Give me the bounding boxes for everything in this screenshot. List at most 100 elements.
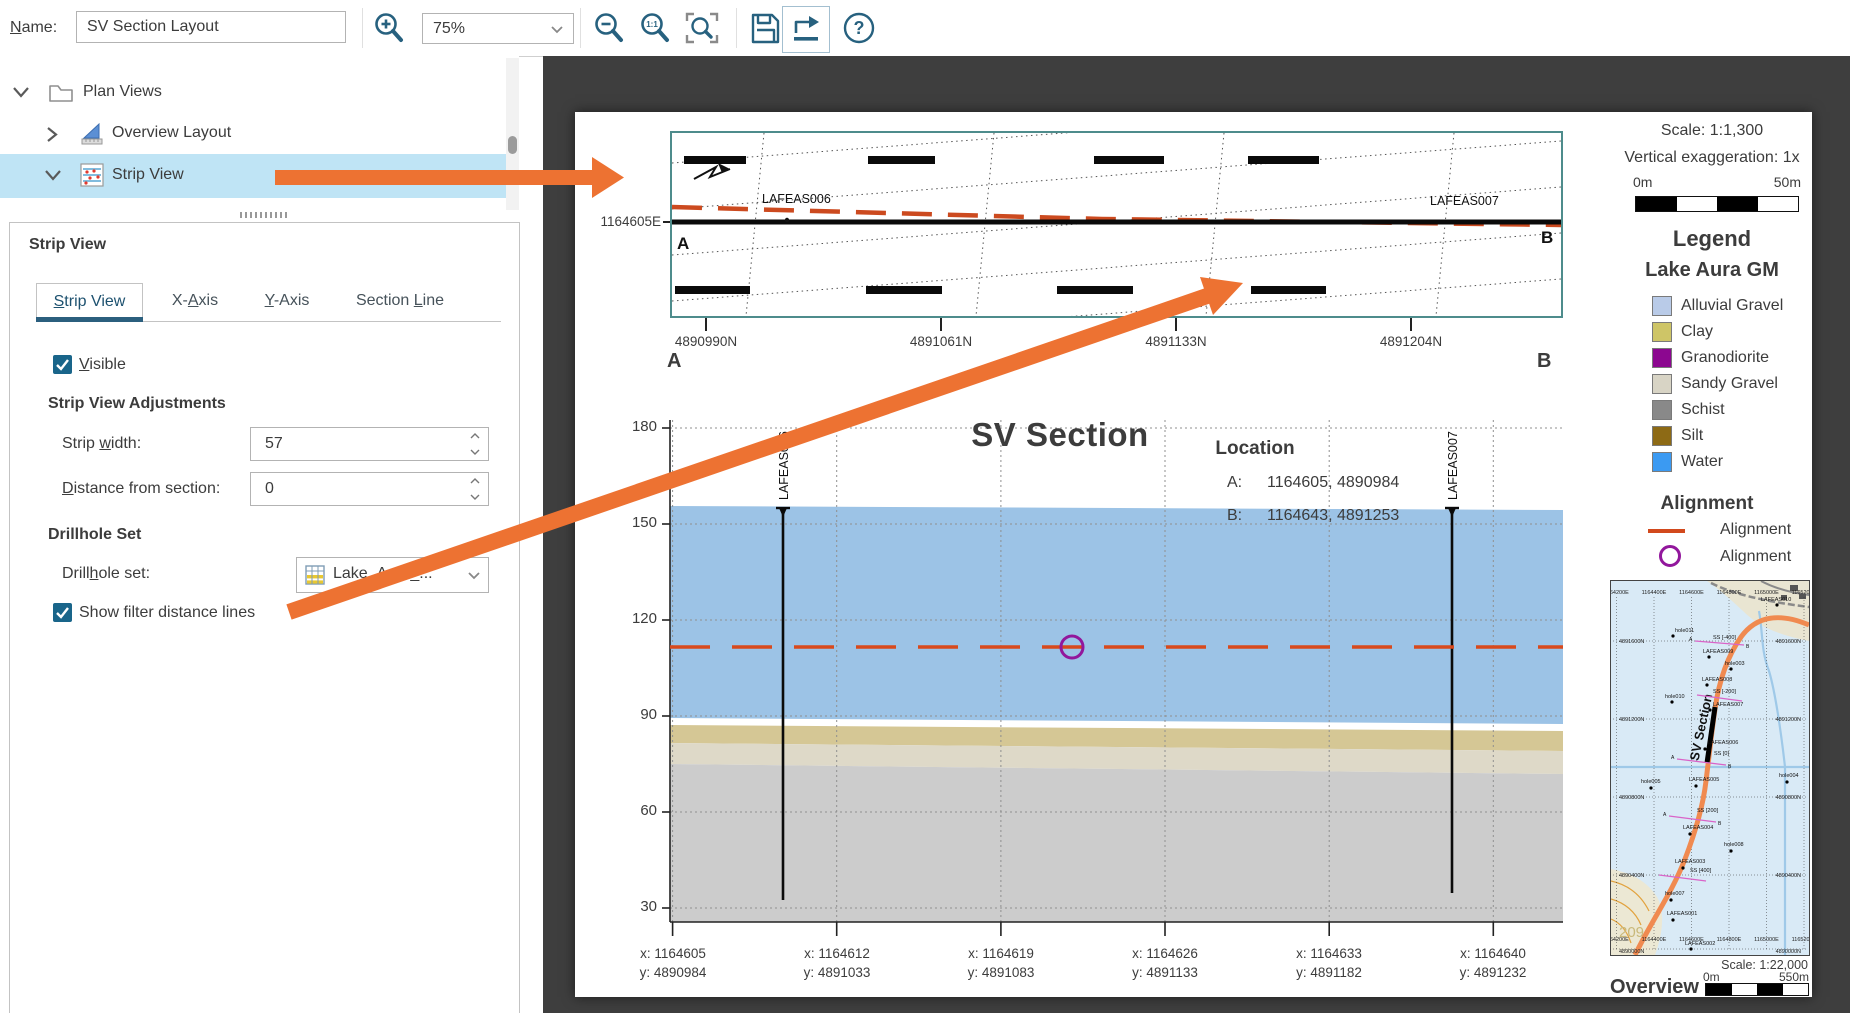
- spinner-up-icon[interactable]: [470, 433, 480, 440]
- tree-item-overview-layout[interactable]: Overview Layout: [0, 118, 506, 150]
- svg-text:1:1: 1:1: [646, 20, 658, 29]
- legend-item-label: Water: [1681, 453, 1723, 471]
- toolbar-separator: [362, 8, 363, 48]
- strip-width-stepper[interactable]: 57: [250, 427, 489, 461]
- tab-section-line[interactable]: Section Line: [340, 283, 460, 319]
- svg-text:LAFEAS004: LAFEAS004: [1683, 825, 1713, 831]
- svg-text:LAFEAS005: LAFEAS005: [1689, 777, 1719, 783]
- zoom-level-select[interactable]: 75%: [422, 13, 574, 44]
- x-tick-label: x: 1164640y: 4891232: [1428, 944, 1558, 982]
- legend-item-label: Sandy Gravel: [1681, 375, 1778, 393]
- location-b-label: B:: [1227, 507, 1242, 525]
- tab-x-axis[interactable]: X-Axis: [150, 283, 240, 319]
- y-tick-label: 180: [609, 418, 657, 435]
- chevron-right-icon[interactable]: [46, 126, 59, 143]
- svg-text:4891200N: 4891200N: [1776, 717, 1801, 723]
- zoom-in-icon[interactable]: [372, 11, 406, 45]
- svg-text:4890400N: 4890400N: [1776, 873, 1801, 879]
- svg-text:4890800N: 4890800N: [1776, 795, 1801, 801]
- tab-label: Y-Axis: [265, 292, 310, 309]
- tree-scrollbar[interactable]: [506, 58, 519, 210]
- chevron-down-icon[interactable]: [12, 86, 30, 99]
- panel-splitter-handle[interactable]: [240, 212, 288, 218]
- layout-name-value: SV Section Layout: [87, 18, 219, 36]
- strip-width-value: 57: [251, 428, 488, 460]
- legend-swatch: [1652, 322, 1672, 342]
- svg-text:1165000E: 1165000E: [1754, 937, 1779, 943]
- save-icon[interactable]: [748, 11, 782, 45]
- tab-y-axis[interactable]: Y-Axis: [242, 283, 332, 319]
- svg-text:SS [0]: SS [0]: [1714, 751, 1729, 757]
- overview-bar-right-label: 550m: [1761, 970, 1809, 984]
- strip-view-panel[interactable]: LAFEAS006 LAFEAS007 A B: [670, 131, 1563, 318]
- alignment-circle-label: Alignment: [1720, 548, 1791, 566]
- tree-item-label: Overview Layout: [112, 124, 231, 142]
- svg-text:hole008: hole008: [1724, 842, 1744, 848]
- y-tick-label: 120: [609, 610, 657, 627]
- svg-text:SS [200]: SS [200]: [1697, 808, 1719, 814]
- scrollbar-thumb[interactable]: [508, 136, 517, 154]
- tree-item-plan-views[interactable]: Plan Views: [0, 77, 506, 109]
- svg-text:SS [-400]: SS [-400]: [1713, 635, 1736, 641]
- chevron-down-icon[interactable]: [44, 169, 62, 182]
- section-plot[interactable]: LAFEAS006 LAFEAS007: [670, 412, 1563, 924]
- scalebar-right-label: 50m: [1755, 174, 1801, 190]
- overview-map-graphic: 209: [1611, 581, 1809, 955]
- zoom-out-icon[interactable]: [592, 11, 626, 45]
- strip-easting-tick: [663, 221, 670, 223]
- strip-width-label: Strip width:: [62, 435, 141, 453]
- layout-name-input[interactable]: SV Section Layout: [76, 11, 346, 43]
- svg-text:1164200E: 1164200E: [1611, 937, 1629, 943]
- svg-text:1164800E: 1164800E: [1717, 590, 1742, 596]
- distance-stepper[interactable]: 0: [250, 472, 489, 506]
- adjustments-heading: Strip View Adjustments: [48, 395, 226, 413]
- svg-text:1164600E: 1164600E: [1679, 937, 1704, 943]
- scalebar-left-label: 0m: [1633, 174, 1652, 190]
- tab-strip-view[interactable]: Strip View: [36, 283, 143, 319]
- legend-swatch: [1652, 348, 1672, 368]
- export-button[interactable]: [782, 6, 830, 53]
- layout-ruler-icon: [80, 121, 105, 146]
- visible-checkbox[interactable]: [53, 355, 72, 374]
- overview-map[interactable]: 209: [1610, 580, 1810, 956]
- layout-canvas[interactable]: LAFEAS006 LAFEAS007 A B 1164605E 4890990…: [543, 56, 1850, 1013]
- help-icon[interactable]: ?: [842, 11, 876, 45]
- legend-gm-title: Lake Aura GM: [1612, 259, 1812, 282]
- drillhole-set-label: Drillhole set:: [62, 565, 150, 583]
- svg-text:1164400E: 1164400E: [1642, 937, 1667, 943]
- chevron-down-icon: [468, 572, 480, 580]
- legend-swatch: [1652, 400, 1672, 420]
- strip-view-graphic: LAFEAS006 LAFEAS007 A B: [672, 133, 1561, 316]
- alignment-line-swatch: [1648, 529, 1685, 533]
- strip-tick: [1175, 318, 1177, 331]
- alignment-heading: Alignment: [1612, 493, 1802, 515]
- tab-label: Strip View: [54, 293, 126, 310]
- tree-item-strip-view[interactable]: Strip View: [0, 154, 506, 198]
- legend-swatch: [1652, 426, 1672, 446]
- strip-hole-label: LAFEAS007: [1430, 194, 1499, 208]
- scale-label: Scale: 1:1,300: [1612, 122, 1812, 140]
- x-tick-label: x: 1164605y: 4890984: [608, 944, 738, 982]
- legend-item-label: Schist: [1681, 401, 1725, 419]
- svg-text:1165000E: 1165000E: [1754, 590, 1779, 596]
- svg-text:1164200E: 1164200E: [1611, 590, 1629, 596]
- svg-text:?: ?: [854, 18, 865, 38]
- strip-corner-a: A: [677, 234, 689, 253]
- svg-text:1164400E: 1164400E: [1642, 590, 1667, 596]
- distance-value: 0: [251, 473, 488, 505]
- legend-item-label: Clay: [1681, 323, 1713, 341]
- check-icon: [53, 355, 72, 374]
- spinner-down-icon[interactable]: [470, 493, 480, 500]
- filter-distance-checkbox[interactable]: [53, 603, 72, 622]
- legend-swatch: [1652, 296, 1672, 316]
- svg-text:hole004: hole004: [1779, 773, 1799, 779]
- legend-title: Legend: [1612, 226, 1812, 252]
- zoom-one-to-one-icon[interactable]: 1:1: [638, 11, 672, 45]
- drillhole-set-dropdown[interactable]: Lake_Aura_...: [296, 557, 489, 593]
- y-tick-label: 30: [609, 898, 657, 915]
- strip-n-tick-label: 4890990N: [646, 334, 766, 349]
- spinner-up-icon[interactable]: [470, 478, 480, 485]
- zoom-fit-icon[interactable]: [684, 11, 720, 45]
- legend-item-label: Silt: [1681, 427, 1703, 445]
- spinner-down-icon[interactable]: [470, 448, 480, 455]
